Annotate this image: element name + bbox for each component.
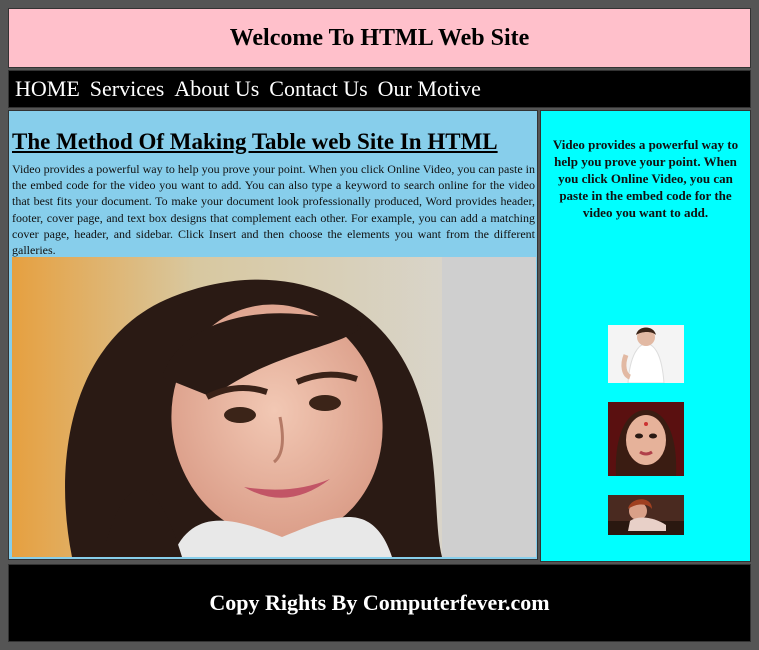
site-footer: Copy Rights By Computerfever.com [8,564,751,642]
sidebar-thumbnail-1[interactable] [608,325,684,383]
main-content: The Method Of Making Table web Site In H… [8,110,538,560]
sidebar-thumbnail-2[interactable] [608,402,684,476]
nav-about-us[interactable]: About Us [174,76,259,102]
nav-contact-us[interactable]: Contact Us [269,76,367,102]
footer-text: Copy Rights By Computerfever.com [209,590,550,615]
sidebar: Video provides a powerful way to help yo… [540,110,751,562]
nav-bar: HOME Services About Us Contact Us Our Mo… [8,70,751,108]
site-header: Welcome To HTML Web Site [8,8,751,68]
sidebar-text: Video provides a powerful way to help yo… [552,137,739,220]
page: Welcome To HTML Web Site HOME Services A… [0,0,759,650]
sidebar-thumbnail-3[interactable] [608,495,684,535]
main-paragraph: Video provides a powerful way to help yo… [12,162,535,258]
main-heading: The Method Of Making Table web Site In H… [12,129,498,154]
nav-our-motive[interactable]: Our Motive [378,76,481,102]
nav-services[interactable]: Services [90,76,165,102]
nav-home[interactable]: HOME [15,76,80,102]
site-title: Welcome To HTML Web Site [229,24,530,51]
main-photo [12,257,536,557]
